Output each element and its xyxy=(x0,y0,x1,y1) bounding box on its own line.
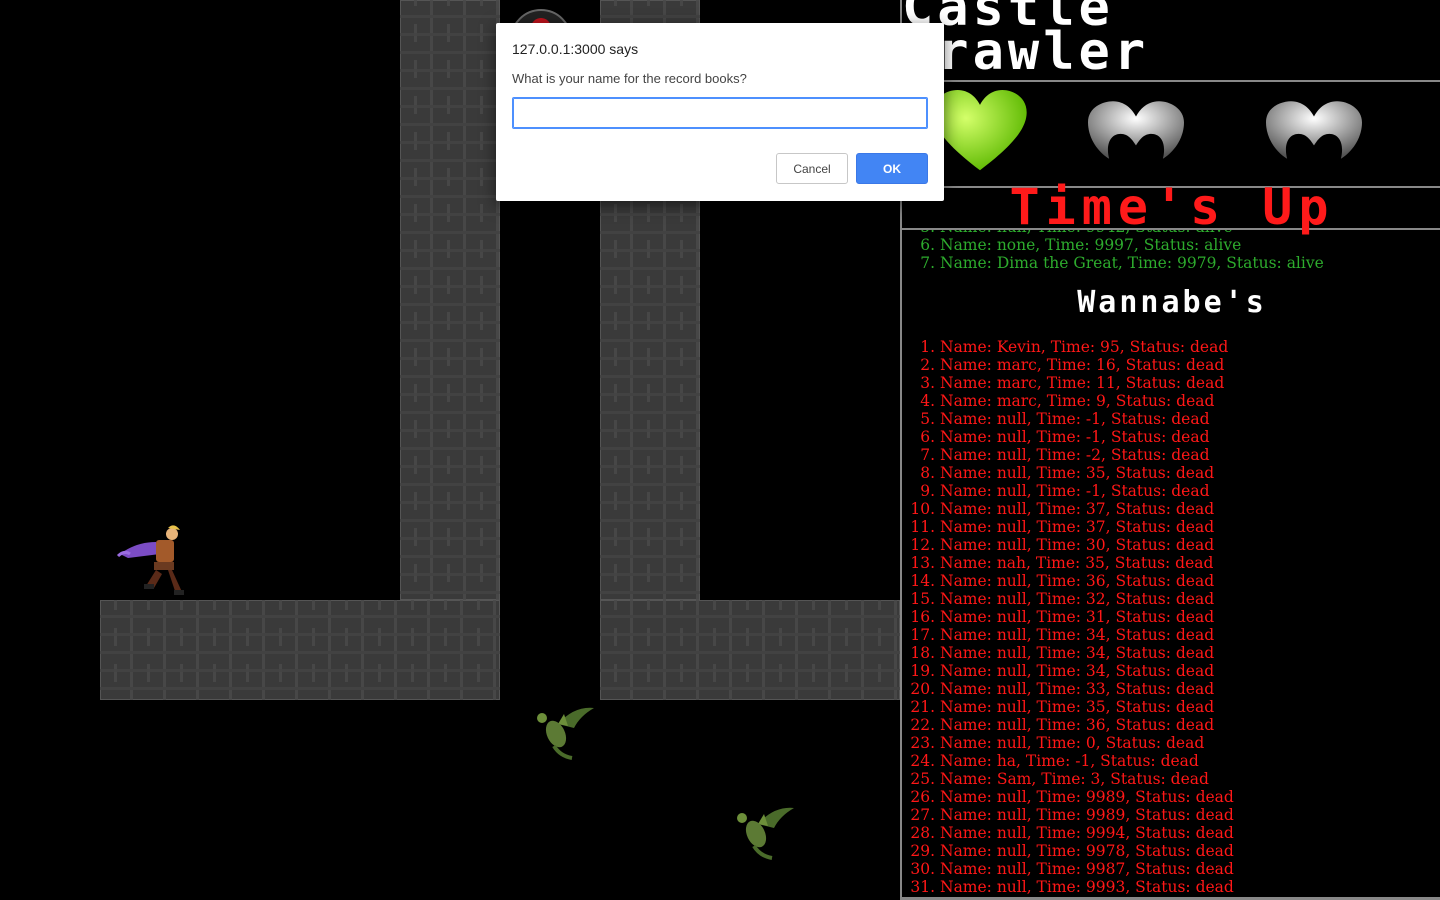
hero-knight-sprite xyxy=(116,525,184,595)
wannabe-entry: Name: null, Time: 9987, Status: dead xyxy=(940,860,1440,878)
wannabe-entry: Name: null, Time: 9978, Status: dead xyxy=(940,842,1440,860)
wannabe-entry: Name: null, Time: 0, Status: dead xyxy=(940,734,1440,752)
wannabe-entry: Name: ha, Time: -1, Status: dead xyxy=(940,752,1440,770)
wannabe-entry: Name: null, Time: 9993, Status: dead xyxy=(940,878,1440,896)
wannabe-entry: Name: null, Time: 34, Status: dead xyxy=(940,662,1440,680)
dragon-enemy-sprite xyxy=(537,707,594,760)
wannabe-entry: Name: null, Time: -1, Status: dead xyxy=(940,428,1440,446)
wannabe-entry: Name: null, Time: 9994, Status: dead xyxy=(940,824,1440,842)
wannabes-list: Name: Kevin, Time: 95, Status: deadName:… xyxy=(902,338,1440,896)
times-up-banner: Time's Up xyxy=(902,182,1440,232)
wannabe-entry: Name: null, Time: 35, Status: dead xyxy=(940,464,1440,482)
name-input[interactable] xyxy=(512,97,928,129)
wannabe-entry: Name: null, Time: 32, Status: dead xyxy=(940,590,1440,608)
wannabe-entry: Name: null, Time: 34, Status: dead xyxy=(940,626,1440,644)
survivor-entry: Name: Dima the Great, Time: 9979, Status… xyxy=(940,254,1440,272)
wannabe-entry: Name: marc, Time: 16, Status: dead xyxy=(940,356,1440,374)
lives-bar xyxy=(902,80,1440,188)
wannabe-entry: Name: null, Time: -2, Status: dead xyxy=(940,446,1440,464)
wannabe-entry: Name: null, Time: 30, Status: dead xyxy=(940,536,1440,554)
status-banner-text: Time's Up xyxy=(1009,178,1335,236)
wannabe-entry: Name: null, Time: 33, Status: dead xyxy=(940,680,1440,698)
prompt-dialog: 127.0.0.1:3000 says What is your name fo… xyxy=(496,23,944,201)
dragon-enemy-sprite xyxy=(737,807,794,860)
wannabe-entry: Name: null, Time: -1, Status: dead xyxy=(940,410,1440,428)
wannabe-entry: Name: null, Time: -1, Status: dead xyxy=(940,482,1440,500)
heart-full-icon xyxy=(933,90,1027,171)
cancel-button[interactable]: Cancel xyxy=(776,153,848,184)
leaderboard[interactable]: Name: null, Time: 9942, Status: aliveNam… xyxy=(902,230,1440,900)
wannabe-entry: Name: null, Time: 35, Status: dead xyxy=(940,698,1440,716)
scoreboard-panel: Castle Crawler Time's Up Name: null, Tim… xyxy=(900,0,1440,900)
wannabe-entry: Name: null, Time: 9989, Status: dead xyxy=(940,806,1440,824)
wannabe-entry: Name: marc, Time: 9, Status: dead xyxy=(940,392,1440,410)
dialog-message: What is your name for the record books? xyxy=(512,71,747,86)
wannabe-entry: Name: null, Time: 36, Status: dead xyxy=(940,716,1440,734)
wannabe-entry: Name: null, Time: 31, Status: dead xyxy=(940,608,1440,626)
ok-button[interactable]: OK xyxy=(856,153,928,184)
wannabe-entry: Name: null, Time: 37, Status: dead xyxy=(940,500,1440,518)
wannabes-heading: Wannabe's xyxy=(1077,285,1267,320)
heart-empty-icon xyxy=(1088,101,1184,159)
left-tower-wall xyxy=(400,0,500,600)
wannabe-entry: Name: nah, Time: 35, Status: dead xyxy=(940,554,1440,572)
wannabe-entry: Name: null, Time: 37, Status: dead xyxy=(940,518,1440,536)
wannabe-entry: Name: null, Time: 34, Status: dead xyxy=(940,644,1440,662)
dialog-origin: 127.0.0.1:3000 says xyxy=(512,41,639,57)
wannabe-entry: Name: null, Time: 9989, Status: dead xyxy=(940,788,1440,806)
wannabe-entry: Name: Sam, Time: 3, Status: dead xyxy=(940,770,1440,788)
right-floor-platform xyxy=(600,600,900,700)
left-floor-platform xyxy=(100,600,500,700)
wannabe-entry: Name: Kevin, Time: 95, Status: dead xyxy=(940,338,1440,356)
wannabe-entry: Name: marc, Time: 11, Status: dead xyxy=(940,374,1440,392)
wannabe-entry: Name: null, Time: 36, Status: dead xyxy=(940,572,1440,590)
survivor-entry: Name: none, Time: 9997, Status: alive xyxy=(940,236,1440,254)
survivors-list: Name: null, Time: 9942, Status: aliveNam… xyxy=(902,230,1440,272)
heart-empty-icon xyxy=(1266,101,1362,159)
